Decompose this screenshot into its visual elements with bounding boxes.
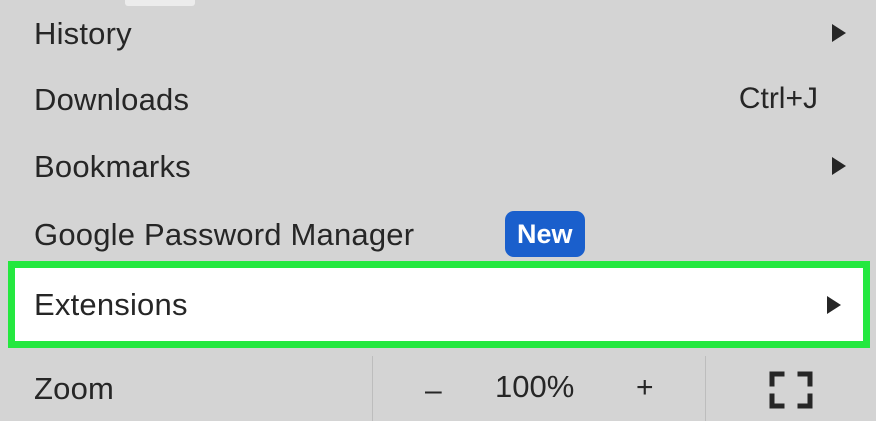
- zoom-row: Zoom – 100% +: [8, 356, 868, 421]
- zoom-level: 100%: [495, 369, 575, 404]
- menu-item-label: Downloads: [34, 81, 190, 117]
- new-badge: New: [505, 211, 585, 257]
- submenu-arrow-icon: [832, 157, 846, 175]
- menu-item-label: Extensions: [34, 287, 188, 322]
- submenu-arrow-icon: [832, 24, 846, 42]
- menu-item-label: Google Password Manager: [34, 216, 415, 252]
- chrome-menu: History Downloads Ctrl+J Bookmarks Googl…: [0, 0, 876, 421]
- menu-item-label: Bookmarks: [34, 148, 191, 184]
- zoom-label: Zoom: [34, 371, 115, 406]
- menu-item-label: History: [34, 15, 132, 51]
- zoom-in-button[interactable]: +: [636, 373, 654, 403]
- menu-item-downloads[interactable]: Downloads Ctrl+J: [8, 66, 868, 132]
- fullscreen-button[interactable]: [766, 368, 816, 412]
- menu-item-history[interactable]: History: [8, 0, 868, 66]
- menu-item-bookmarks[interactable]: Bookmarks: [8, 133, 868, 199]
- menu-item-google-password-manager[interactable]: Google Password Manager New: [8, 201, 868, 267]
- submenu-arrow-icon: [827, 295, 841, 314]
- keyboard-shortcut: Ctrl+J: [738, 82, 818, 115]
- zoom-out-button[interactable]: –: [425, 376, 442, 406]
- menu-item-extensions[interactable]: Extensions: [8, 261, 870, 348]
- fullscreen-icon: [769, 371, 813, 409]
- zoom-controls: – 100% +: [372, 356, 706, 421]
